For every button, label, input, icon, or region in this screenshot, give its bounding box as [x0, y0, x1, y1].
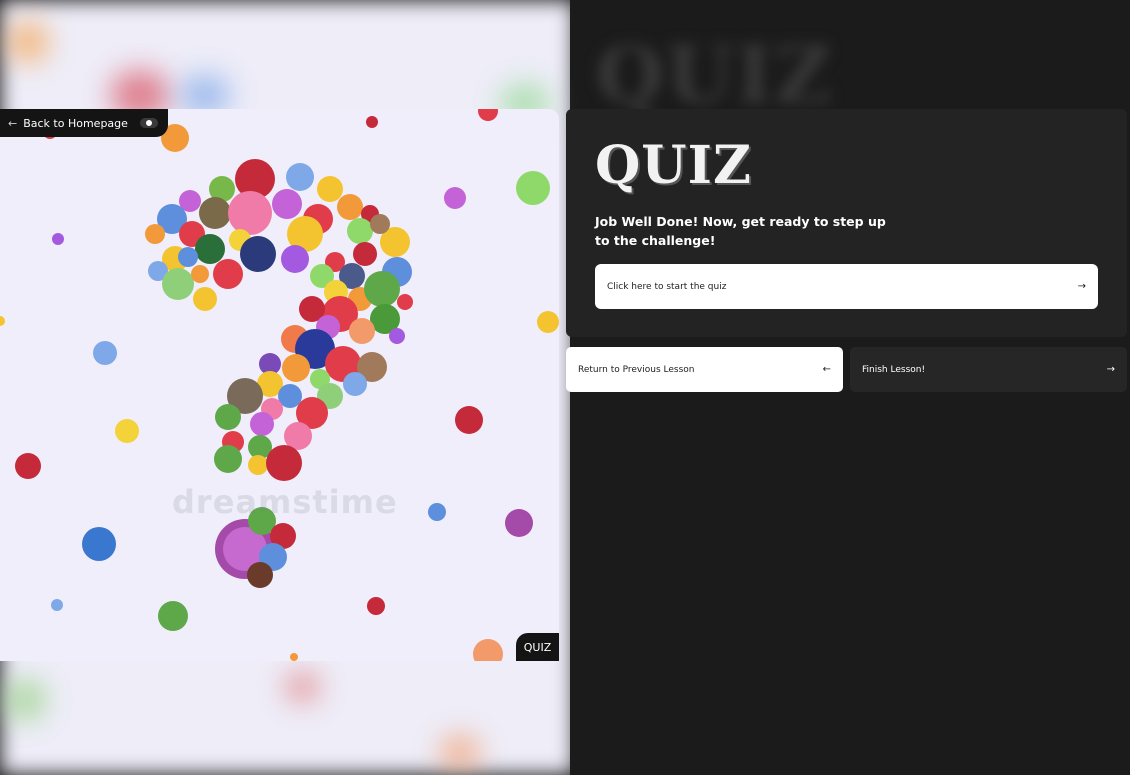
quiz-illustration: dreamstime	[0, 109, 559, 661]
start-quiz-label: Click here to start the quiz	[607, 281, 727, 292]
arrow-left-icon: ←	[8, 116, 18, 130]
buttons-question-mark-illustration	[0, 109, 559, 661]
finish-lesson-button[interactable]: Finish Lesson! →	[850, 347, 1127, 392]
image-caption-tab: QUIZ	[516, 633, 559, 661]
back-to-homepage-label: Back to Homepage	[23, 116, 128, 130]
background-blob	[440, 735, 480, 770]
image-watermark: dreamstime	[172, 483, 398, 521]
question-mark-cluster	[145, 159, 413, 588]
arrow-right-icon: →	[1106, 364, 1115, 375]
background-blob	[8, 22, 48, 62]
return-to-previous-lesson-button[interactable]: Return to Previous Lesson ←	[566, 347, 843, 392]
finish-lesson-label: Finish Lesson!	[862, 364, 926, 375]
start-quiz-button[interactable]: Click here to start the quiz →	[595, 264, 1098, 309]
background-blob	[5, 680, 45, 720]
background-quiz-title: QUIZ	[596, 30, 834, 121]
quiz-logo: QUIZ	[595, 135, 752, 196]
arrow-left-icon: ←	[822, 364, 831, 375]
background-blob	[285, 672, 320, 702]
prev-lesson-label: Return to Previous Lesson	[578, 364, 695, 375]
toggle-icon[interactable]	[139, 118, 158, 128]
quiz-panel: QUIZ Job Well Done! Now, get ready to st…	[566, 109, 1127, 337]
arrow-right-icon: →	[1077, 281, 1086, 292]
quiz-message: Job Well Done! Now, get ready to step up…	[595, 214, 886, 248]
back-to-homepage-link[interactable]: ← Back to Homepage	[0, 109, 168, 137]
